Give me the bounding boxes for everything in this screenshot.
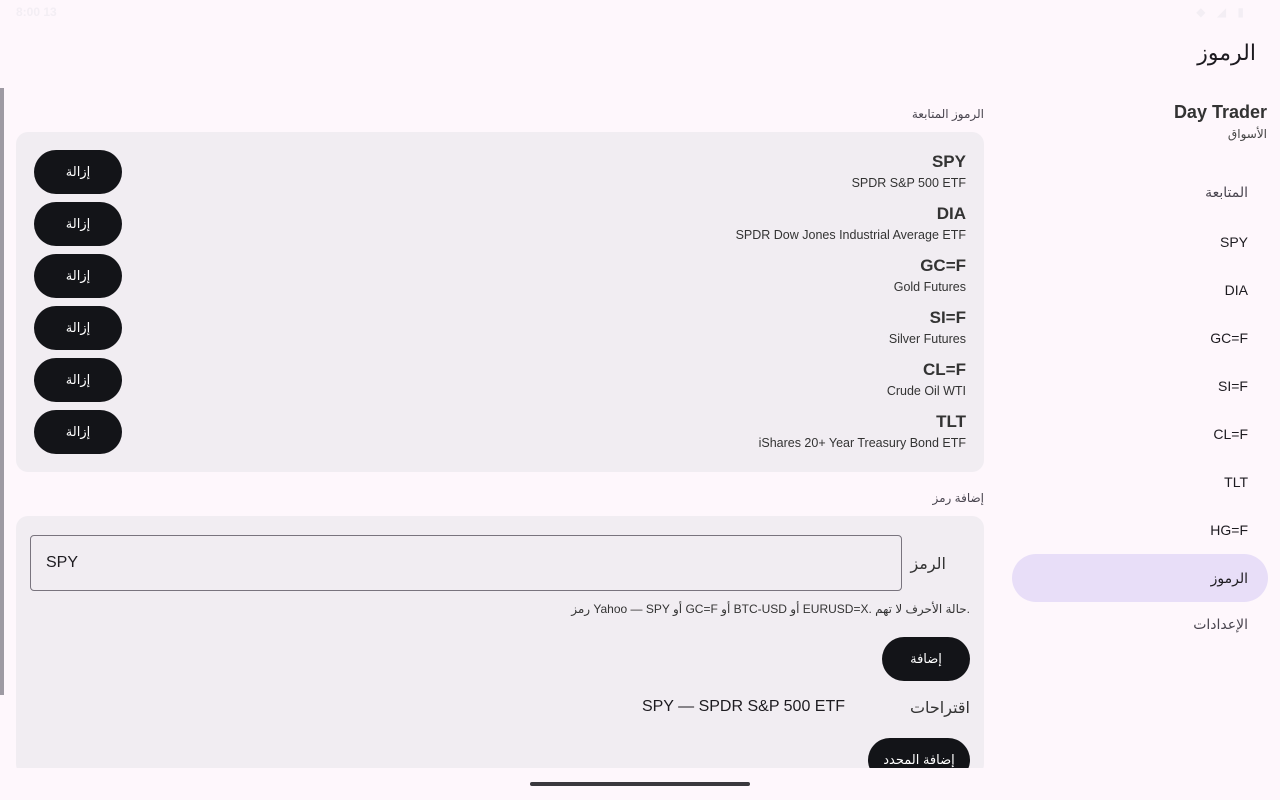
remove-button[interactable]: إزالة: [34, 254, 122, 298]
symbol-description: SPDR S&P 500 ETF: [851, 176, 966, 190]
nav-item-label: TLT: [1224, 474, 1248, 490]
symbol-field-label: الرمز: [910, 556, 946, 573]
watched-list: SPY SPDR S&P 500 ETF إزالة DIA SPDR Dow …: [16, 132, 984, 472]
nav-item-watchlist[interactable]: المتابعة: [1012, 168, 1268, 216]
nav-item-label: HG=F: [1210, 522, 1248, 538]
remove-button[interactable]: إزالة: [34, 306, 122, 350]
symbol-ticker: DIA: [936, 204, 966, 223]
symbol-ticker: CL=F: [923, 360, 966, 379]
brand-title: Day Trader: [1173, 102, 1267, 122]
symbol-ticker: TLT: [936, 412, 966, 431]
watched-row: DIA SPDR Dow Jones Industrial Average ET…: [16, 202, 984, 254]
watched-row: CL=F Crude Oil WTI إزالة: [16, 358, 984, 410]
watched-heading: الرموز المتابعة: [911, 107, 984, 121]
nav-item-tlt[interactable]: TLT: [1012, 458, 1268, 506]
symbol-ticker: SI=F: [929, 308, 966, 327]
nav-item-label: CL=F: [1213, 426, 1248, 442]
symbol-ticker: SPY: [931, 152, 966, 171]
nav-item-label: DIA: [1224, 282, 1248, 298]
symbol-description: Crude Oil WTI: [886, 384, 966, 398]
nav-item-settings[interactable]: الإعدادات: [1012, 600, 1268, 648]
add-button[interactable]: إضافة: [882, 637, 970, 681]
status-time: 8:00 13: [16, 5, 57, 19]
nav-item-label: المتابعة: [1205, 183, 1248, 200]
status-bar: 8:00 13 ◆ ◢ ▮: [0, 0, 1280, 24]
remove-button[interactable]: إزالة: [34, 202, 122, 246]
watched-row: TLT iShares 20+ Year Treasury Bond ETF إ…: [16, 410, 984, 462]
symbol-helper-text: رمز Yahoo — SPY أو GC=F أو BTC-USD أو EU…: [571, 602, 970, 616]
watched-row: SPY SPDR S&P 500 ETF إزالة: [16, 150, 984, 202]
scrollbar[interactable]: [0, 88, 4, 695]
nav-item-label: SPY: [1219, 234, 1248, 250]
page-title: الرموز: [1197, 40, 1256, 65]
nav-item-symbols[interactable]: الرموز: [1012, 554, 1268, 602]
watched-row: SI=F Silver Futures إزالة: [16, 306, 984, 358]
symbol-description: iShares 20+ Year Treasury Bond ETF: [758, 436, 966, 450]
remove-button[interactable]: إزالة: [34, 358, 122, 402]
watched-row: GC=F Gold Futures إزالة: [16, 254, 984, 306]
remove-button[interactable]: إزالة: [34, 150, 122, 194]
nav-item-label: الرموز: [1210, 569, 1248, 586]
brand: Day Trader الأسواق: [1174, 102, 1267, 141]
add-symbol-card: الرمز رمز Yahoo — SPY أو GC=F أو BTC-USD…: [16, 516, 984, 782]
nav-item-cl[interactable]: CL=F: [1012, 410, 1268, 458]
home-indicator[interactable]: [530, 782, 750, 786]
nav-item-si[interactable]: SI=F: [1012, 362, 1268, 410]
suggestion-dropdown[interactable]: SPY — SPDR S&P 500 ETF: [642, 698, 845, 716]
nav-item-hg[interactable]: HG=F: [1012, 506, 1268, 554]
nav-item-spy[interactable]: SPY: [1012, 218, 1268, 266]
symbol-description: Silver Futures: [888, 332, 966, 346]
nav-item-dia[interactable]: DIA: [1012, 266, 1268, 314]
add-heading: إضافة رمز: [932, 491, 984, 505]
symbol-ticker: GC=F: [920, 256, 966, 275]
suggestions-label: اقتراحات: [909, 700, 970, 717]
navigation-rail: Day Trader الأسواق المتابعة SPY DIA GC=F…: [1012, 96, 1268, 656]
remove-button[interactable]: إزالة: [34, 410, 122, 454]
symbol-description: SPDR Dow Jones Industrial Average ETF: [735, 228, 966, 242]
nav-item-label: SI=F: [1218, 378, 1248, 394]
brand-subtitle: الأسواق: [1227, 127, 1267, 141]
status-icons: ◆ ◢ ▮: [1196, 5, 1248, 19]
nav-item-gc[interactable]: GC=F: [1012, 314, 1268, 362]
nav-item-label: الإعدادات: [1193, 615, 1248, 632]
nav-item-label: GC=F: [1210, 330, 1248, 346]
symbol-input[interactable]: [30, 535, 902, 591]
symbol-description: Gold Futures: [893, 280, 966, 294]
